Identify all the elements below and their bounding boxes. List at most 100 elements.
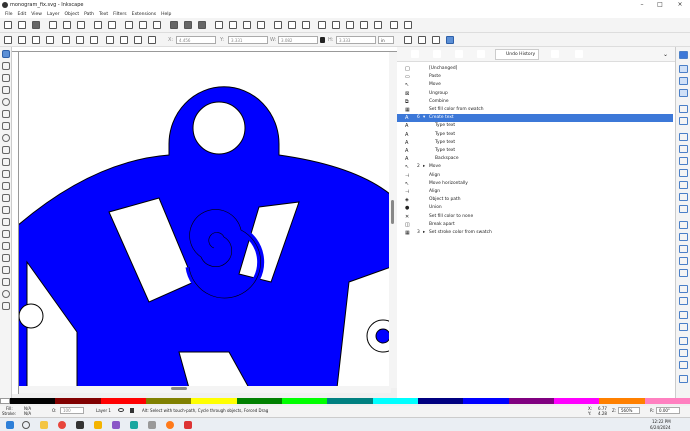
snap-bbox-edge-icon[interactable] <box>679 77 688 85</box>
paint-bucket-tool-icon[interactable] <box>2 230 10 238</box>
inkscape-taskbar-icon[interactable] <box>76 421 84 429</box>
deselect-icon[interactable] <box>32 36 40 44</box>
snap-bbox-icon[interactable] <box>679 65 688 73</box>
history-row[interactable]: A Type text <box>397 122 673 130</box>
snap-nodes-icon[interactable] <box>679 133 688 141</box>
duplicate-icon[interactable] <box>215 21 223 29</box>
history-row[interactable]: ◈ Object to path <box>397 196 673 204</box>
fill-stroke-tab-icon[interactable] <box>411 50 419 58</box>
history-row[interactable]: A 6 ▾ Create text <box>397 114 673 123</box>
zoom-drawing-icon[interactable] <box>184 21 192 29</box>
flip-horizontal-icon[interactable] <box>76 36 84 44</box>
color-swatch[interactable] <box>55 398 101 404</box>
drawing-canvas[interactable] <box>19 52 391 388</box>
rotate-cw-icon[interactable] <box>62 36 70 44</box>
color-swatch[interactable] <box>236 398 282 404</box>
selector-tool-icon[interactable] <box>2 50 10 58</box>
align-distribute-icon[interactable] <box>346 21 354 29</box>
expanded-arrow-icon[interactable]: ▾ <box>423 114 425 122</box>
select-all-layers-icon[interactable] <box>18 36 26 44</box>
snap-center-icon[interactable] <box>679 117 688 125</box>
text-font-icon[interactable] <box>318 21 326 29</box>
monogram-drawing[interactable] <box>19 52 391 388</box>
color-palette[interactable] <box>0 398 690 406</box>
unlink-clone-icon[interactable] <box>274 21 282 29</box>
maximize-button[interactable]: □ <box>652 0 668 10</box>
snap-extra-icon[interactable] <box>679 297 688 305</box>
zoom-field[interactable]: 560% <box>618 407 640 414</box>
minimize-button[interactable]: – <box>634 0 650 10</box>
dropper-tool-icon[interactable] <box>2 218 10 226</box>
zoom-selection-icon[interactable] <box>170 21 178 29</box>
redo-icon[interactable] <box>108 21 116 29</box>
transform-gradients-icon[interactable] <box>432 36 440 44</box>
color-swatch[interactable] <box>553 398 600 404</box>
menu-file[interactable]: File <box>5 12 13 17</box>
export-icon[interactable] <box>63 21 71 29</box>
y-field[interactable]: 3.331 <box>228 36 268 44</box>
clock-time[interactable]: 12:22 PM <box>652 419 671 424</box>
visibility-icon[interactable] <box>118 408 124 412</box>
color-swatch[interactable] <box>599 398 645 404</box>
snap-object-center-icon[interactable] <box>679 205 688 213</box>
history-row[interactable]: ▭ Paste <box>397 73 673 81</box>
color-swatch[interactable] <box>327 398 373 404</box>
flip-vertical-icon[interactable] <box>90 36 98 44</box>
menu-path[interactable]: Path <box>84 12 94 17</box>
text-tab-icon[interactable] <box>575 50 583 58</box>
snap-align-icon[interactable] <box>679 311 688 319</box>
rectangle-tool-icon[interactable] <box>2 86 10 94</box>
scale-stroke-icon[interactable] <box>404 36 412 44</box>
import-file-icon[interactable] <box>77 21 85 29</box>
history-row[interactable]: A Backspace <box>397 155 673 163</box>
app-gray-icon[interactable] <box>148 421 156 429</box>
document-properties-icon[interactable] <box>374 21 382 29</box>
ellipse-tool-icon[interactable] <box>2 98 10 106</box>
lpe-tool-icon[interactable] <box>2 278 10 286</box>
chevron-down-icon[interactable]: ⌄ <box>663 51 668 58</box>
select-all-icon[interactable] <box>4 36 12 44</box>
box3d-tool-icon[interactable] <box>2 110 10 118</box>
h-field[interactable]: 3.333 <box>336 36 376 44</box>
layer-dropdown[interactable]: Layer 1 <box>96 408 111 413</box>
rotation-field[interactable]: 0.00° <box>656 407 680 414</box>
pen-tool-icon[interactable] <box>2 158 10 166</box>
tweak-tool-icon[interactable] <box>2 74 10 82</box>
color-swatch[interactable] <box>145 398 192 404</box>
transform-patterns-icon[interactable] <box>446 36 454 44</box>
color-swatch[interactable] <box>10 398 56 404</box>
rotate-ccw-icon[interactable] <box>46 36 54 44</box>
app-m-icon[interactable] <box>94 421 102 429</box>
menu-layer[interactable]: Layer <box>47 12 60 17</box>
xml-tab-icon[interactable] <box>455 50 463 58</box>
eraser-tool-icon[interactable] <box>2 242 10 250</box>
history-row[interactable]: ⊠ Ungroup <box>397 90 673 98</box>
snap-text-baseline-icon[interactable] <box>679 233 688 241</box>
snap-intersection-icon[interactable] <box>679 157 688 165</box>
history-row[interactable]: ◫ Break apart <box>397 221 673 229</box>
cut-icon[interactable] <box>139 21 147 29</box>
tab-undo-history[interactable]: Undo History <box>495 49 539 60</box>
menu-text[interactable]: Text <box>99 12 108 17</box>
collapsed-arrow-icon[interactable]: ▸ <box>423 229 425 237</box>
raise-top-icon[interactable] <box>106 36 114 44</box>
snap-guide-icon[interactable] <box>679 269 688 277</box>
snap-rotation-center-icon[interactable] <box>679 221 688 229</box>
pencil-tool-icon[interactable] <box>2 146 10 154</box>
horizontal-scroll-thumb[interactable] <box>171 387 187 390</box>
calligraphy-tool-icon[interactable] <box>2 170 10 178</box>
group-icon[interactable] <box>229 21 237 29</box>
objects-tab-icon[interactable] <box>477 50 485 58</box>
align-tab-icon[interactable] <box>551 50 559 58</box>
snap-pages-icon[interactable] <box>679 337 688 345</box>
stroke-value[interactable]: N/A <box>24 411 31 416</box>
snap-perp-icon[interactable] <box>679 349 688 357</box>
no-paint-swatch[interactable] <box>0 398 10 404</box>
measure-tool-icon[interactable] <box>2 302 10 310</box>
firefox-icon[interactable] <box>166 421 174 429</box>
layers-tab-icon[interactable] <box>433 50 441 58</box>
menu-view[interactable]: View <box>31 12 42 17</box>
history-row[interactable]: A Type text <box>397 131 673 139</box>
open-icon[interactable] <box>18 21 26 29</box>
history-row[interactable]: ✕ Set fill color to none <box>397 213 673 221</box>
